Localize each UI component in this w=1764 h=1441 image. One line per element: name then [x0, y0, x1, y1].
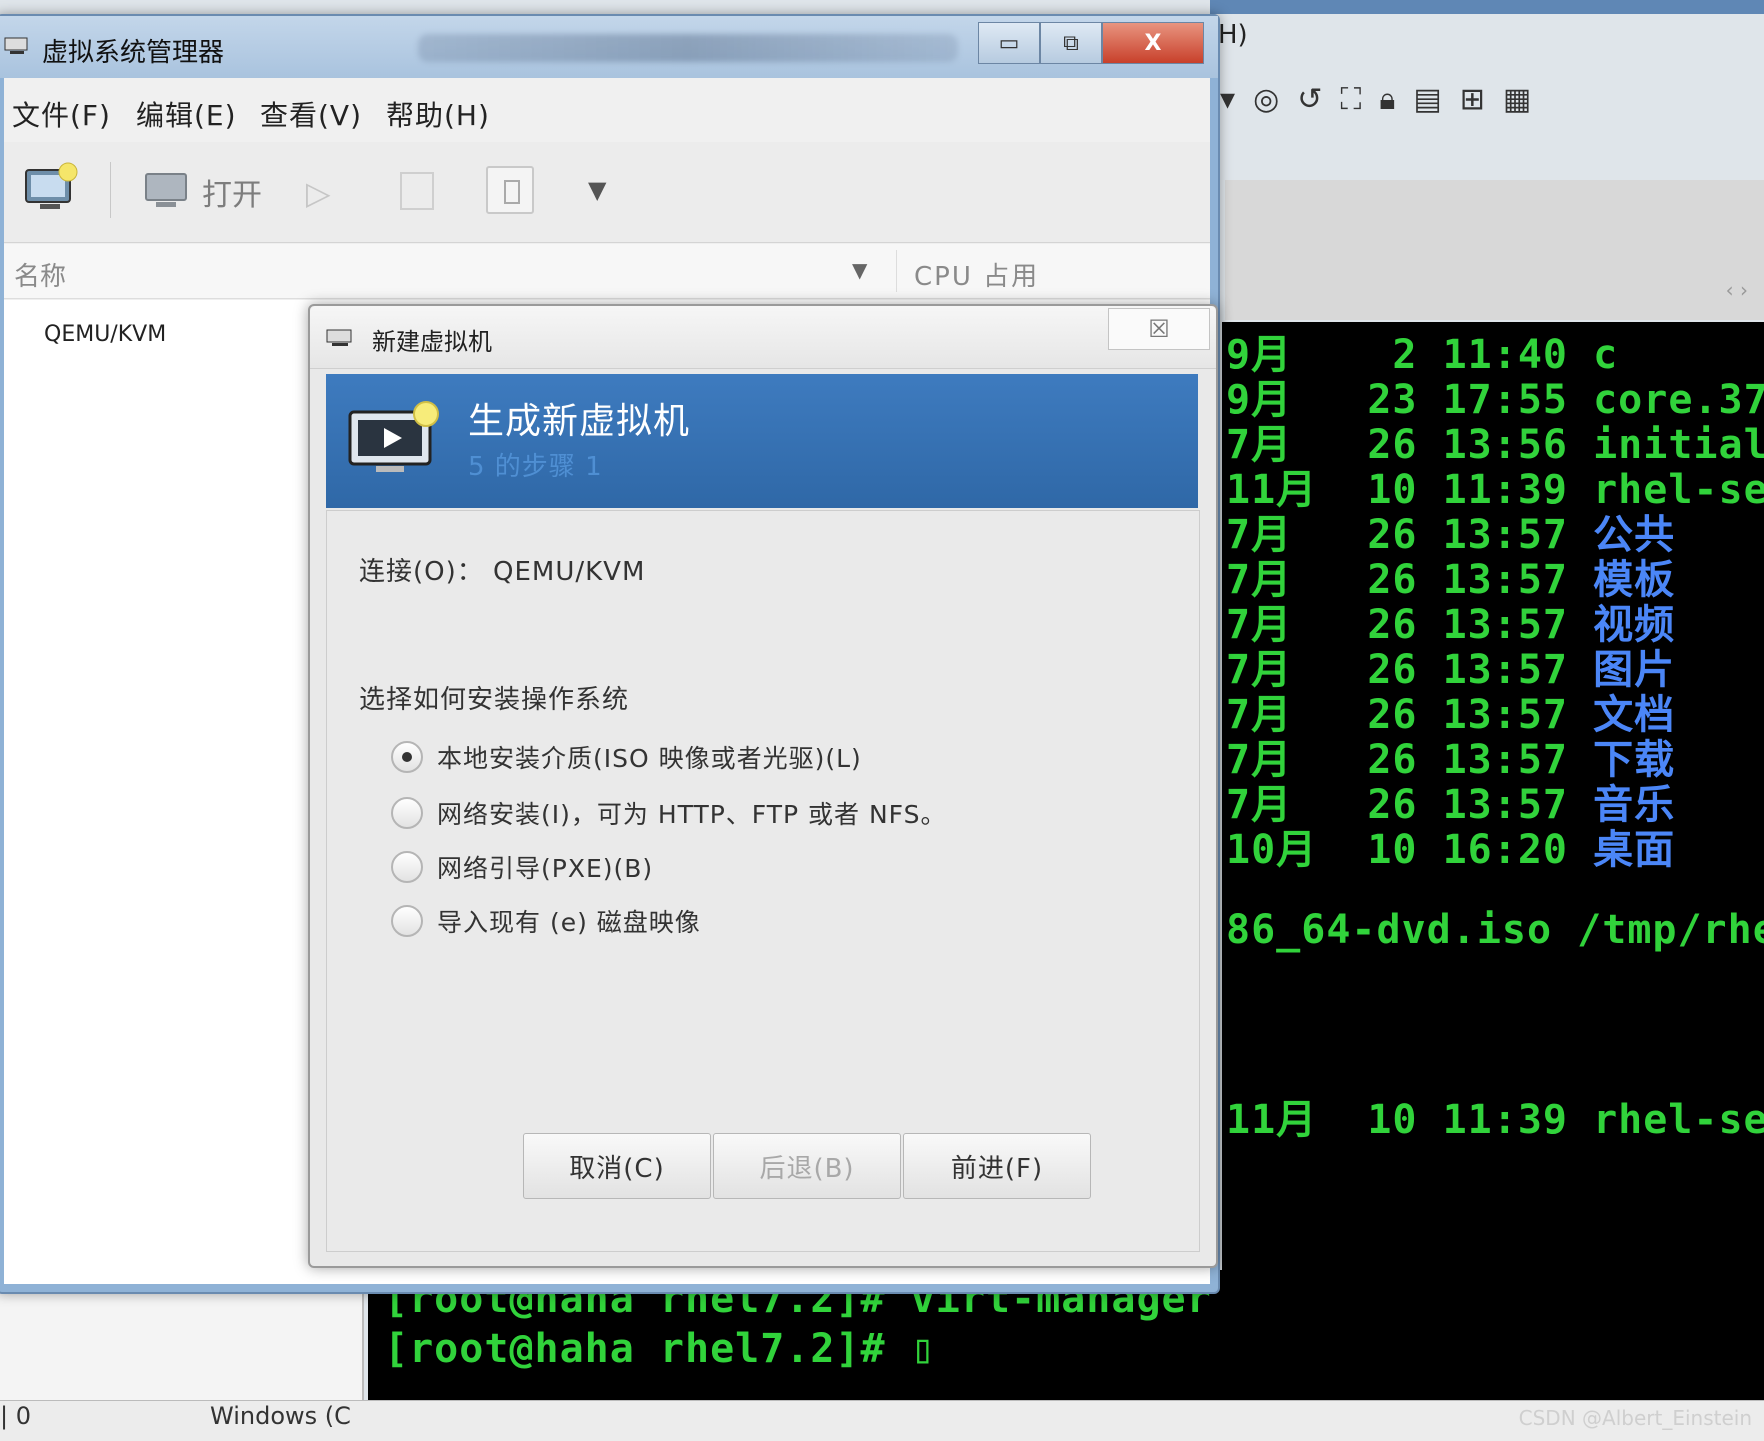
menu-view[interactable]: 查看(V) — [260, 94, 362, 134]
menu-bar: 文件(F) 编辑(E) 查看(V) 帮助(H) — [4, 78, 1210, 143]
banner-title: 生成新虚拟机 — [468, 401, 691, 442]
new-vm-dialog: 新建虚拟机 ☒ 生成新虚拟机 5 的步骤 1 连接(O)： QEMU/KVM 选… — [308, 304, 1218, 1268]
new-vm-icon[interactable] — [22, 160, 80, 216]
shutdown-icon-inner — [504, 180, 520, 204]
radio-button[interactable] — [391, 741, 423, 773]
radio-local-media[interactable]: 本地安装介质(ISO 映像或者光驱)(L) — [391, 737, 862, 777]
host-status-text: | 0 — [0, 1402, 31, 1430]
host-toolbar: ▾ ◎ ↺ ⛶ 🔒︎ ▤ ⊞ ▦ — [1220, 68, 1764, 130]
host-tab-area: ‹ › — [1225, 180, 1764, 320]
radio-label: 导入现有 (e) 磁盘映像 — [437, 908, 701, 937]
host-menu-help[interactable]: H) — [1218, 20, 1248, 50]
terminal-ls-date: 10月 10 16:20 — [1226, 827, 1594, 873]
console-icon[interactable]: ▤ — [1413, 82, 1441, 117]
list-header: 名称 ▼ CPU 占用 — [4, 244, 1210, 299]
toolbar-separator — [110, 162, 111, 218]
column-cpu[interactable]: CPU 占用 — [914, 256, 1039, 293]
sort-arrow-icon[interactable]: ▼ — [852, 258, 867, 282]
column-divider — [896, 250, 897, 292]
window-titlebar[interactable]: 虚拟系统管理器 ▭ ⧉ X — [0, 16, 1218, 78]
window-controls: ▭ ⧉ X — [978, 22, 1204, 66]
dialog-titlebar[interactable]: 新建虚拟机 ☒ — [310, 306, 1216, 369]
connection-label: 连接(O)： QEMU/KVM — [359, 557, 646, 587]
connection-item[interactable]: QEMU/KVM — [44, 322, 166, 347]
monitor-icon[interactable] — [144, 172, 192, 210]
radio-label: 网络安装(I)，可为 HTTP、FTP 或者 NFS。 — [437, 800, 947, 829]
radio-button[interactable] — [391, 797, 423, 829]
close-button[interactable]: X — [1102, 22, 1204, 64]
view-icon[interactable]: ▦ — [1503, 82, 1531, 117]
cursor-icon: ▯ — [910, 1326, 936, 1372]
dialog-title: 新建虚拟机 — [372, 328, 492, 356]
radio-label: 网络引导(PXE)(B) — [437, 854, 654, 883]
install-method-label: 选择如何安装操作系统 — [359, 685, 630, 715]
play-icon[interactable]: ▷ — [306, 174, 331, 212]
open-button[interactable]: 打开 — [202, 170, 262, 214]
watermark: CSDN @Albert_Einstein — [1518, 1406, 1752, 1430]
back-button[interactable]: 后退(B) — [713, 1133, 901, 1199]
shutdown-icon[interactable] — [486, 166, 534, 214]
dropdown-icon[interactable]: ▾ — [1220, 82, 1235, 117]
add-icon[interactable]: ⊞ — [1460, 82, 1485, 117]
terminal-ls-line: 10月 10 16:20 桌面 — [1226, 817, 1675, 875]
cancel-button[interactable]: 取消(C) — [523, 1133, 711, 1199]
revert-icon[interactable]: ↺ — [1297, 82, 1322, 117]
terminal-prompt: [root@haha rhel7.2]# — [384, 1326, 911, 1372]
dialog-close-button[interactable]: ☒ — [1108, 308, 1210, 350]
terminal-window[interactable]: 9月 2 11:40 c9月 23 17:55 core.37867月 26 1… — [1222, 322, 1764, 1412]
window-title: 虚拟系统管理器 — [42, 38, 225, 68]
radio-network-install[interactable]: 网络安装(I)，可为 HTTP、FTP 或者 NFS。 — [391, 793, 947, 833]
fullscreen-icon[interactable]: ⛶ — [1340, 82, 1361, 117]
menu-help[interactable]: 帮助(H) — [386, 94, 490, 134]
computer-icon — [4, 37, 28, 54]
menu-edit[interactable]: 编辑(E) — [136, 94, 237, 134]
terminal-ls-line: 11月 10 11:39 rhel-serv — [1226, 1097, 1764, 1143]
column-name[interactable]: 名称 — [14, 256, 66, 293]
scroll-arrows-icon[interactable]: ‹ › — [1726, 278, 1748, 302]
new-vm-monitor-icon — [348, 401, 439, 472]
computer-icon — [326, 329, 352, 346]
terminal-prompt-line: [root@haha rhel7.2]# ▯ — [384, 1326, 936, 1372]
menu-file[interactable]: 文件(F) — [12, 94, 111, 134]
toolbar: 打开 ▷ ▼ — [4, 142, 1210, 243]
dialog-banner: 生成新虚拟机 5 的步骤 1 — [326, 374, 1198, 508]
terminal-cmd-line: 86_64-dvd.iso /tmp/rhel — [1226, 907, 1764, 953]
lock-icon[interactable]: 🔒︎ — [1379, 82, 1395, 117]
host-titlebar — [1210, 0, 1764, 14]
radio-label: 本地安装介质(ISO 映像或者光驱)(L) — [437, 744, 862, 773]
host-status-windows: Windows (C — [210, 1402, 351, 1430]
snapshot-icon[interactable]: ◎ — [1253, 82, 1279, 117]
dropdown-arrow-icon[interactable]: ▼ — [588, 176, 606, 204]
forward-button[interactable]: 前进(F) — [903, 1133, 1091, 1199]
banner-step: 5 的步骤 1 — [468, 452, 603, 482]
titlebar-blur — [418, 34, 958, 62]
radio-button[interactable] — [391, 851, 423, 883]
radio-pxe-boot[interactable]: 网络引导(PXE)(B) — [391, 847, 653, 887]
radio-button[interactable] — [391, 905, 423, 937]
pause-icon[interactable] — [400, 172, 434, 210]
radio-import-disk[interactable]: 导入现有 (e) 磁盘映像 — [391, 901, 701, 941]
dialog-content: 连接(O)： QEMU/KVM 选择如何安装操作系统 本地安装介质(ISO 映像… — [326, 510, 1200, 1252]
host-left-panel — [0, 1290, 364, 1400]
terminal-ls-filename: 桌面 — [1593, 827, 1676, 873]
minimize-button[interactable]: ▭ — [978, 22, 1040, 64]
maximize-button[interactable]: ⧉ — [1040, 22, 1102, 64]
